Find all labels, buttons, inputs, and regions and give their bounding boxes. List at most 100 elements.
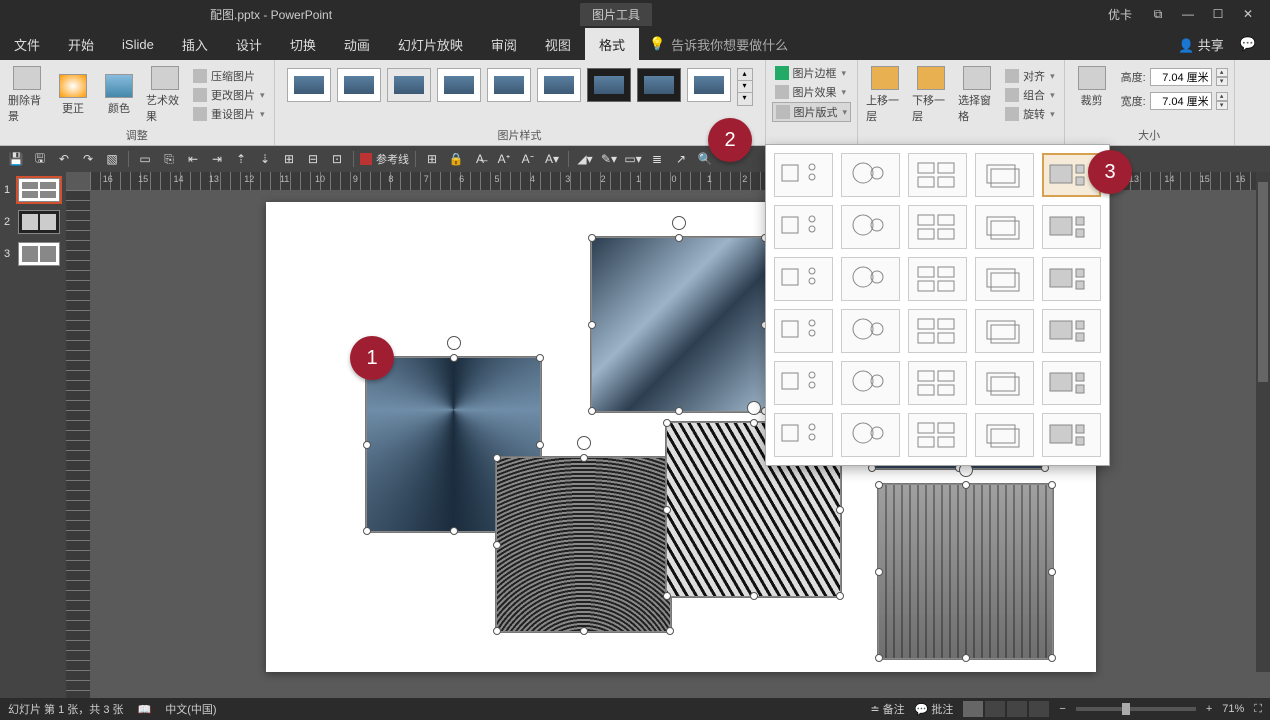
account-name[interactable]: 优卡 bbox=[1108, 6, 1132, 23]
share-button[interactable]: 👤 共享 bbox=[1178, 35, 1224, 54]
layout-option-6[interactable] bbox=[774, 205, 833, 249]
tab-review[interactable]: 审阅 bbox=[477, 28, 531, 60]
layout-option-11[interactable] bbox=[774, 257, 833, 301]
qat-btn[interactable]: ⊡ bbox=[327, 149, 347, 169]
reading-view-icon[interactable] bbox=[1007, 701, 1027, 717]
gallery-scroll-up[interactable]: ▴ bbox=[738, 69, 752, 81]
remove-background-button[interactable]: 删除背景 bbox=[6, 64, 48, 126]
slide-thumb-3[interactable]: 3 bbox=[4, 242, 62, 266]
rotate-handle-icon[interactable] bbox=[747, 401, 761, 415]
slide-thumbnails-panel[interactable]: 1 2 3 bbox=[0, 172, 66, 698]
tab-transitions[interactable]: 切换 bbox=[276, 28, 330, 60]
normal-view-icon[interactable] bbox=[963, 701, 983, 717]
qat-btn[interactable]: A▾ bbox=[542, 149, 562, 169]
layout-option-17[interactable] bbox=[841, 309, 900, 353]
qat-btn[interactable]: ▭▾ bbox=[623, 149, 643, 169]
tab-home[interactable]: 开始 bbox=[54, 28, 108, 60]
tab-slideshow[interactable]: 幻灯片放映 bbox=[384, 28, 477, 60]
picture-style-8[interactable] bbox=[637, 68, 681, 102]
zoom-slider[interactable] bbox=[1076, 707, 1196, 711]
layout-option-27[interactable] bbox=[841, 413, 900, 457]
color-button[interactable]: 颜色 bbox=[98, 72, 140, 118]
tab-animations[interactable]: 动画 bbox=[330, 28, 384, 60]
zoom-out-icon[interactable]: − bbox=[1059, 703, 1065, 715]
picture-style-6[interactable] bbox=[537, 68, 581, 102]
layout-option-14[interactable] bbox=[975, 257, 1034, 301]
width-down[interactable]: ▾ bbox=[1216, 101, 1228, 110]
tab-design[interactable]: 设计 bbox=[222, 28, 276, 60]
qat-btn[interactable]: ↗ bbox=[671, 149, 691, 169]
layout-option-15[interactable] bbox=[1042, 257, 1101, 301]
sorter-view-icon[interactable] bbox=[985, 701, 1005, 717]
tell-me[interactable]: 💡 告诉我你想要做什么 bbox=[639, 28, 798, 60]
bring-forward-button[interactable]: 上移一层 bbox=[864, 64, 906, 126]
width-field[interactable]: 宽度: ▴▾ bbox=[1117, 92, 1228, 110]
vertical-scrollbar[interactable] bbox=[1256, 172, 1270, 672]
layout-option-10[interactable] bbox=[1042, 205, 1101, 249]
close-button[interactable]: ✕ bbox=[1234, 4, 1262, 24]
rotate-handle-icon[interactable] bbox=[577, 436, 591, 450]
zoom-level[interactable]: 71% bbox=[1222, 703, 1244, 715]
send-backward-button[interactable]: 下移一层 bbox=[910, 64, 952, 126]
width-up[interactable]: ▴ bbox=[1216, 92, 1228, 101]
crop-button[interactable]: 裁剪 bbox=[1071, 64, 1113, 110]
layout-option-4[interactable] bbox=[975, 153, 1034, 197]
tab-islide[interactable]: iSlide bbox=[108, 28, 168, 60]
qat-btn[interactable]: ⊞ bbox=[422, 149, 442, 169]
selection-pane-button[interactable]: 选择窗格 bbox=[956, 64, 998, 126]
language-indicator[interactable]: 中文(中国) bbox=[165, 701, 216, 717]
qat-btn[interactable]: ⇡ bbox=[231, 149, 251, 169]
layout-option-22[interactable] bbox=[841, 361, 900, 405]
reset-picture-button[interactable]: 重设图片▾ bbox=[190, 105, 268, 123]
picture-style-5[interactable] bbox=[487, 68, 531, 102]
gallery-more[interactable]: ▾ bbox=[738, 93, 752, 105]
width-input[interactable] bbox=[1150, 92, 1212, 110]
picture-style-1[interactable] bbox=[287, 68, 331, 102]
tab-file[interactable]: 文件 bbox=[0, 28, 54, 60]
tab-insert[interactable]: 插入 bbox=[168, 28, 222, 60]
layout-option-1[interactable] bbox=[774, 153, 833, 197]
notes-button[interactable]: ≐ 备注 bbox=[870, 701, 904, 717]
slide-thumb-2[interactable]: 2 bbox=[4, 210, 62, 234]
layout-option-2[interactable] bbox=[841, 153, 900, 197]
minimize-button[interactable]: — bbox=[1174, 4, 1202, 24]
zoom-in-icon[interactable]: + bbox=[1206, 703, 1212, 715]
undo-icon[interactable]: ↶ bbox=[54, 149, 74, 169]
qat-btn[interactable]: Aᐨ bbox=[518, 149, 538, 169]
layout-option-25[interactable] bbox=[1042, 361, 1101, 405]
tab-format[interactable]: 格式 bbox=[585, 28, 639, 60]
layout-option-28[interactable] bbox=[908, 413, 967, 457]
picture-layout-dropdown[interactable] bbox=[765, 144, 1110, 466]
layout-option-20[interactable] bbox=[1042, 309, 1101, 353]
layout-option-29[interactable] bbox=[975, 413, 1034, 457]
layout-option-7[interactable] bbox=[841, 205, 900, 249]
qat-btn[interactable]: ≣ bbox=[647, 149, 667, 169]
maximize-button[interactable]: ☐ bbox=[1204, 4, 1232, 24]
height-input[interactable] bbox=[1150, 68, 1212, 86]
guides-label[interactable]: 参考线 bbox=[376, 151, 409, 167]
fit-to-window-icon[interactable]: ⛶ bbox=[1254, 703, 1262, 716]
redo-icon[interactable]: ↷ bbox=[78, 149, 98, 169]
layout-option-12[interactable] bbox=[841, 257, 900, 301]
save-as-icon[interactable]: 🖫 bbox=[30, 149, 50, 169]
picture-style-3[interactable] bbox=[387, 68, 431, 102]
scrollbar-thumb[interactable] bbox=[1258, 182, 1268, 382]
qat-btn[interactable]: ▭ bbox=[135, 149, 155, 169]
picture-layout-button[interactable]: 图片版式▾ bbox=[772, 102, 852, 122]
picture-style-7[interactable] bbox=[587, 68, 631, 102]
compress-pictures-button[interactable]: 压缩图片 bbox=[190, 67, 268, 85]
picture-effects-button[interactable]: 图片效果▾ bbox=[772, 83, 852, 101]
picture-ridges[interactable] bbox=[878, 484, 1053, 659]
layout-option-3[interactable] bbox=[908, 153, 967, 197]
height-up[interactable]: ▴ bbox=[1216, 68, 1228, 77]
gallery-scroll-down[interactable]: ▾ bbox=[738, 81, 752, 93]
change-picture-button[interactable]: 更改图片▾ bbox=[190, 86, 268, 104]
layout-option-23[interactable] bbox=[908, 361, 967, 405]
layout-option-30[interactable] bbox=[1042, 413, 1101, 457]
layout-option-9[interactable] bbox=[975, 205, 1034, 249]
ribbon-display-options[interactable]: ⧉ bbox=[1144, 4, 1172, 24]
qat-btn[interactable]: ⊞ bbox=[279, 149, 299, 169]
picture-dome[interactable] bbox=[496, 457, 671, 632]
qat-btn[interactable]: ⇥ bbox=[207, 149, 227, 169]
start-slideshow-icon[interactable]: ▧ bbox=[102, 149, 122, 169]
